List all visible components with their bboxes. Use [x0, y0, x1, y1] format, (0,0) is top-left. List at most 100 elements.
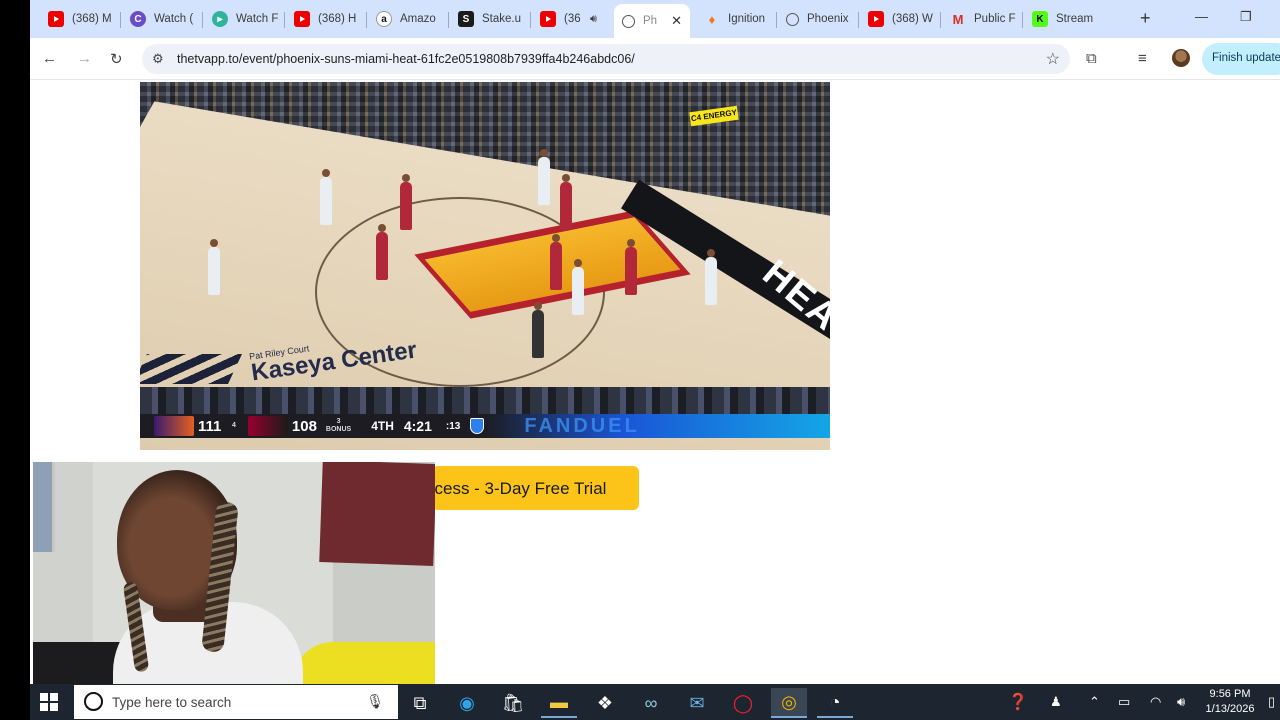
- bookmark-star-icon[interactable]: ☆: [1046, 49, 1060, 69]
- new-tab-button[interactable]: +: [1140, 8, 1151, 29]
- tab-gmail[interactable]: M Public F: [942, 5, 1018, 33]
- tab-youtube-2[interactable]: (368) H: [286, 5, 362, 33]
- site-icon: C: [130, 11, 146, 27]
- player: [376, 224, 388, 280]
- task-view-icon[interactable]: ⧉: [402, 688, 438, 718]
- amazon-icon: a: [376, 11, 392, 27]
- chevron-up-icon[interactable]: ⌃: [1089, 694, 1100, 710]
- windows-taskbar: Type here to search 🎙︎ ⧉ ◉ 🛍︎ ▬ ❖ ∞ ✉ ◯ …: [0, 684, 1280, 720]
- browser-toolbar: ← → ↻ ⚙︎ thetvapp.to/event/phoenix-suns-…: [30, 38, 1280, 80]
- ignition-icon: ♦: [708, 11, 716, 27]
- profile-avatar[interactable]: [1172, 49, 1190, 67]
- tab-youtube-1[interactable]: (368) M: [40, 5, 112, 33]
- store-icon[interactable]: 🛍︎: [495, 688, 531, 718]
- home-team: 108 3 BONUS: [242, 414, 357, 438]
- floor-graphic: [140, 354, 242, 384]
- kick-icon: K: [1032, 11, 1048, 27]
- player: [705, 249, 717, 305]
- away-team: 111 4: [140, 414, 242, 438]
- clock-date: 1/13/2026: [1205, 703, 1255, 715]
- suns-logo: [154, 416, 194, 436]
- speaker-icon[interactable]: 🔊︎: [590, 13, 597, 26]
- away-score: 111: [198, 417, 222, 435]
- mail-icon[interactable]: ✉: [679, 688, 715, 718]
- heat-logo: [247, 416, 288, 436]
- site-info-icon[interactable]: ⚙︎: [152, 51, 164, 67]
- youtube-icon: [294, 11, 310, 27]
- tab-youtube-3[interactable]: (368) W: [860, 5, 936, 33]
- tab-stake[interactable]: S Stake.u: [450, 5, 526, 33]
- edge-icon[interactable]: ◉: [449, 688, 485, 718]
- player: [208, 239, 220, 295]
- webcam-shadow: [33, 642, 123, 688]
- wifi-icon[interactable]: ◠: [1150, 694, 1161, 710]
- tab-youtube-audio[interactable]: (36 🔊︎: [532, 5, 608, 33]
- help-icon[interactable]: ❓: [1008, 692, 1028, 712]
- away-timeouts: 4: [232, 422, 236, 429]
- back-arrow-icon[interactable]: ←: [42, 50, 57, 67]
- gmail-icon: M: [952, 11, 964, 27]
- media-controls-icon[interactable]: ≡: [1138, 50, 1147, 67]
- player: [320, 169, 332, 225]
- period: 4TH: [371, 419, 394, 433]
- player: [538, 149, 550, 205]
- start-button[interactable]: [40, 693, 60, 711]
- dropbox-icon[interactable]: ❖: [587, 688, 623, 718]
- score-bug: 111 4 108 3 BONUS 4TH 4:21 :13 FANDUEL: [140, 414, 830, 438]
- tab-amazon[interactable]: a Amazo: [368, 5, 444, 33]
- chrome-icon[interactable]: ◎: [771, 688, 807, 718]
- tab-watch-2[interactable]: ▸ Watch F: [204, 5, 280, 33]
- clock-time: 9:56 PM: [1209, 688, 1251, 700]
- youtube-icon: [540, 11, 556, 27]
- forward-arrow-icon[interactable]: →: [77, 50, 92, 67]
- globe-icon: [786, 12, 799, 26]
- file-explorer-icon[interactable]: ▬: [541, 688, 577, 718]
- reload-icon[interactable]: ↻: [110, 50, 123, 68]
- player: [550, 234, 562, 290]
- recorder-app-icon[interactable]: ◔: [817, 688, 853, 718]
- tab-stream[interactable]: K Stream: [1024, 5, 1104, 33]
- restore-button[interactable]: ❐: [1240, 9, 1252, 25]
- site-icon: ▸: [212, 11, 228, 27]
- free-trial-button[interactable]: ccess - 3-Day Free Trial: [432, 466, 639, 510]
- minimize-button[interactable]: —: [1195, 9, 1208, 24]
- home-score: 108: [291, 417, 317, 435]
- tab-watch-1[interactable]: C Watch (: [122, 5, 198, 33]
- tab-ignition[interactable]: ♦ Ignition: [696, 5, 772, 33]
- player: [400, 174, 412, 230]
- close-tab-icon[interactable]: ✕: [671, 13, 682, 29]
- microphone-icon[interactable]: 🎙︎: [366, 693, 384, 710]
- volume-icon[interactable]: 🔊︎: [1177, 694, 1185, 710]
- tab-phoenix[interactable]: Phoenix: [778, 5, 854, 33]
- shield-icon: [470, 418, 485, 434]
- globe-icon: [622, 14, 635, 28]
- notifications-icon[interactable]: ▯: [1268, 694, 1275, 710]
- left-black-bar: [0, 0, 30, 720]
- sponsor-text: FANDUEL: [524, 414, 640, 437]
- webcam-door: [33, 462, 55, 552]
- game-clock: 4:21: [403, 418, 432, 434]
- infinity-app-icon[interactable]: ∞: [633, 688, 669, 718]
- taskbar-search[interactable]: Type here to search 🎙︎: [74, 685, 398, 719]
- video-player[interactable]: HEAT C4 ENERGY Pat Riley Court Kaseya Ce…: [140, 82, 830, 450]
- referee: [532, 302, 544, 358]
- url-text[interactable]: thetvapp.to/event/phoenix-suns-miami-hea…: [177, 52, 635, 66]
- battery-icon[interactable]: ▭: [1118, 694, 1130, 710]
- webcam-overlay: [33, 462, 435, 688]
- home-timeouts: 3 BONUS: [325, 418, 352, 433]
- player: [572, 259, 584, 315]
- people-icon[interactable]: ♟: [1050, 694, 1062, 710]
- cast-icon[interactable]: ⧉: [1086, 50, 1097, 67]
- player: [625, 239, 637, 295]
- system-clock[interactable]: 9:56 PM 1/13/2026: [1198, 687, 1262, 717]
- opera-icon[interactable]: ◯: [725, 688, 761, 718]
- youtube-icon: [868, 11, 884, 27]
- youtube-icon: [48, 11, 64, 27]
- tab-active-phoenix[interactable]: Ph ✕: [614, 4, 690, 38]
- shot-clock: :13: [445, 420, 461, 432]
- address-bar[interactable]: ⚙︎ thetvapp.to/event/phoenix-suns-miami-…: [142, 44, 1070, 74]
- webcam-blanket: [293, 642, 435, 688]
- finish-update-button[interactable]: Finish update: [1202, 43, 1280, 75]
- player: [560, 174, 572, 230]
- screen: (368) M C Watch ( ▸ Watch F (368) H a Amazo…: [0, 0, 1280, 720]
